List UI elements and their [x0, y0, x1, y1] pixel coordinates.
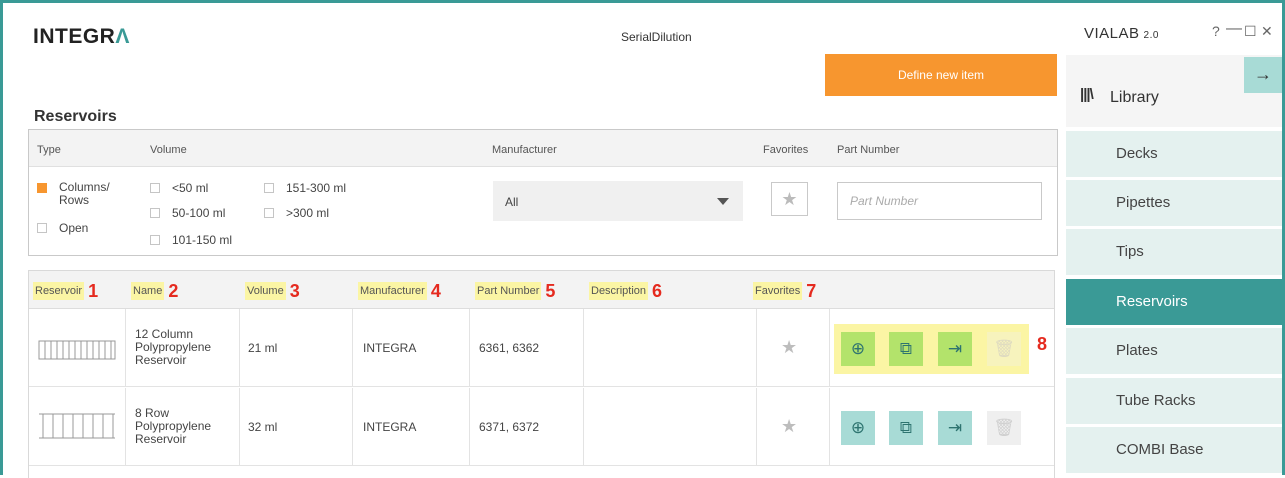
page-title: Reservoirs: [34, 108, 117, 125]
column-header-description[interactable]: Description 6: [589, 281, 662, 302]
checkbox[interactable]: [150, 235, 160, 245]
filter-header: Type Volume Manufacturer Favorites Part …: [29, 130, 1057, 167]
caret-down-icon: [717, 198, 729, 205]
row-name: 8 Row Polypropylene Reservoir: [135, 406, 212, 446]
row-volume: 32 ml: [248, 420, 278, 434]
checkbox[interactable]: [37, 223, 47, 233]
column-header-manufacturer[interactable]: Manufacturer 4: [358, 281, 441, 302]
volume-option-151-300[interactable]: 151-300 ml: [264, 181, 364, 197]
integra-logo: INTEGRΛ: [33, 25, 130, 48]
column-header-volume[interactable]: Volume 3: [245, 281, 300, 302]
table-row[interactable]: 8 Row Polypropylene Reservoir 32 ml INTE…: [29, 388, 1054, 466]
volume-option-50-100[interactable]: 50-100 ml: [150, 206, 250, 222]
row-actions: ⊕ ⧉ ⇥ 🗑: [834, 403, 1029, 453]
table-header: Reservoir 1 Name 2 Volume 3 Manufacturer 4 P…: [29, 271, 1054, 309]
checkbox[interactable]: [150, 183, 160, 193]
reservoir-table: Reservoir 1 Name 2 Volume 3 Manufacturer 4 P…: [28, 270, 1055, 478]
column-header-part-number[interactable]: Part Number 5: [475, 281, 555, 302]
type-option-columns-rows[interactable]: Columns/ Rows: [37, 181, 127, 211]
copy-icon[interactable]: ⧉: [889, 411, 923, 445]
trash-icon[interactable]: 🗑: [987, 332, 1021, 366]
sidebar-item-plates[interactable]: Plates: [1066, 328, 1282, 374]
favorite-star-icon[interactable]: ★: [781, 337, 797, 358]
zoom-in-icon[interactable]: ⊕: [841, 332, 875, 366]
filter-header-favorites: Favorites: [763, 144, 809, 156]
checkbox[interactable]: [264, 183, 274, 193]
close-icon[interactable]: ✕: [1261, 23, 1273, 40]
library-header: → |||\ Library: [1066, 55, 1282, 127]
library-books-icon: |||\: [1080, 86, 1094, 103]
favorite-star-icon[interactable]: ★: [781, 416, 797, 437]
row-manufacturer: INTEGRA: [363, 341, 417, 355]
trash-icon[interactable]: 🗑: [987, 411, 1021, 445]
minimize-icon[interactable]: —: [1226, 20, 1242, 38]
volume-option-lt50[interactable]: <50 ml: [150, 181, 250, 197]
row-part-number: 6361, 6362: [479, 341, 540, 355]
help-icon[interactable]: ?: [1212, 23, 1220, 39]
volume-option-gt300[interactable]: >300 ml: [264, 206, 364, 222]
sidebar-item-tube-racks[interactable]: Tube Racks: [1066, 378, 1282, 424]
window-title: SerialDilution: [621, 30, 692, 44]
main-panel: INTEGRΛ SerialDilution Define new item R…: [3, 3, 1063, 478]
column-header-reservoir[interactable]: Reservoir 1: [33, 281, 98, 302]
checkbox[interactable]: [264, 208, 274, 218]
row-part-number: 6371, 6372: [479, 420, 540, 434]
column-header-name[interactable]: Name 2: [131, 281, 178, 302]
filter-header-part-number: Part Number: [837, 144, 900, 156]
filter-panel: Type Volume Manufacturer Favorites Part …: [28, 129, 1058, 256]
annotation-number: 8: [1037, 334, 1048, 354]
copy-icon[interactable]: ⧉: [889, 332, 923, 366]
export-icon[interactable]: ⇥: [938, 332, 972, 366]
part-number-input[interactable]: [837, 182, 1042, 220]
row-volume: 21 ml: [248, 341, 278, 355]
reservoir-8-row-thumbnail: [39, 413, 115, 439]
sidebar-item-pipettes[interactable]: Pipettes: [1066, 180, 1282, 226]
define-new-item-button[interactable]: Define new item: [825, 54, 1057, 96]
sidebar-item-combi-base[interactable]: COMBI Base: [1066, 427, 1282, 473]
filter-header-manufacturer: Manufacturer: [492, 144, 557, 156]
type-option-open[interactable]: Open: [37, 221, 127, 237]
reservoir-12-column-thumbnail: [38, 340, 116, 360]
export-icon[interactable]: ⇥: [938, 411, 972, 445]
sidebar-item-decks[interactable]: Decks: [1066, 131, 1282, 177]
checkbox[interactable]: [150, 208, 160, 218]
table-row[interactable]: 12 Column Polypropylene Reservoir 21 ml …: [29, 309, 1054, 387]
checkbox-checked[interactable]: [37, 183, 47, 193]
filter-header-volume: Volume: [150, 144, 187, 156]
sidebar-item-tips[interactable]: Tips: [1066, 229, 1282, 275]
library-sidebar: VIALAB 2.0 ? — ☐ ✕ → |||\ Library Decks P…: [1066, 3, 1282, 475]
app-name: VIALAB 2.0: [1084, 25, 1159, 42]
manufacturer-select[interactable]: All: [493, 181, 743, 221]
column-header-favorites[interactable]: Favorites 7: [753, 281, 816, 302]
zoom-in-icon[interactable]: ⊕: [841, 411, 875, 445]
maximize-icon[interactable]: ☐: [1244, 23, 1257, 40]
sidebar-item-reservoirs[interactable]: Reservoirs: [1066, 279, 1282, 325]
arrow-right-icon[interactable]: →: [1244, 57, 1282, 93]
row-manufacturer: INTEGRA: [363, 420, 417, 434]
volume-option-101-150[interactable]: 101-150 ml: [150, 233, 250, 249]
favorites-filter-star-icon[interactable]: ★: [771, 182, 808, 216]
library-title: Library: [1110, 89, 1159, 106]
filter-header-type: Type: [37, 144, 61, 156]
row-actions: ⊕ ⧉ ⇥ 🗑: [834, 324, 1029, 374]
row-name: 12 Column Polypropylene Reservoir: [135, 327, 212, 367]
